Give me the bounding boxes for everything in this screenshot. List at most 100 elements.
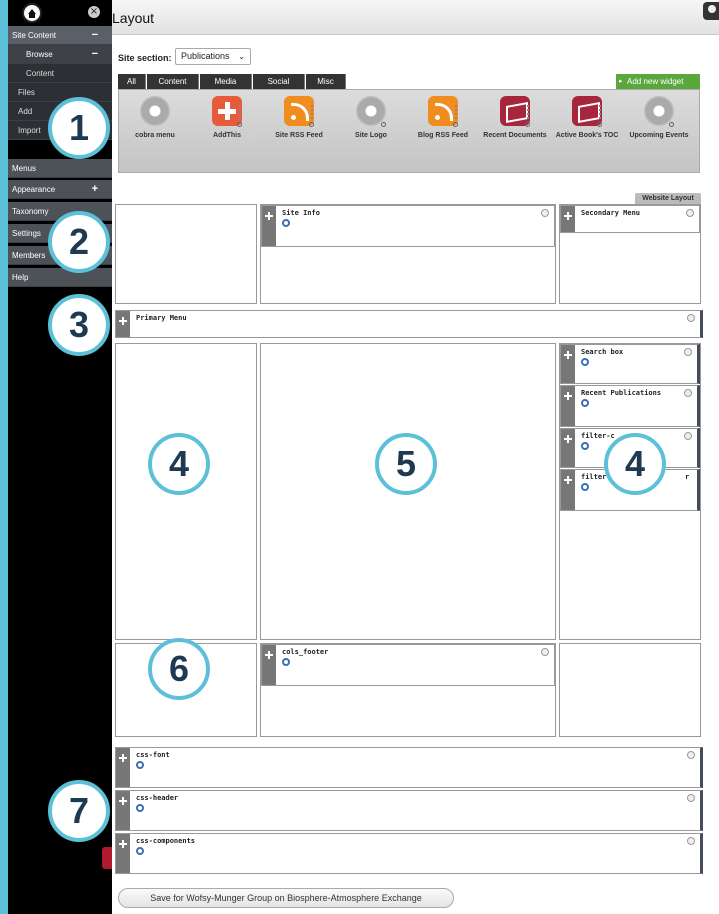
drag-dots-icon — [239, 105, 243, 119]
widget-palette: cobra menu AddThis Site RSS Feed Site Lo… — [118, 89, 700, 173]
close-icon[interactable] — [684, 389, 692, 397]
widget-title: Secondary Menu — [581, 209, 641, 217]
palette-widget-active-books-toc[interactable]: Active Book's TOC — [551, 96, 623, 140]
sidebar-item-browse[interactable]: Browse − — [8, 45, 112, 64]
gear-icon[interactable] — [581, 483, 589, 491]
palette-widget-blog-rss-feed[interactable]: Blog RSS Feed — [407, 96, 479, 140]
close-icon[interactable] — [541, 209, 549, 217]
sidebar-item-label: Files — [18, 88, 35, 97]
sidebar-item-label: Menus — [12, 164, 37, 173]
widget-title: Site Info — [282, 209, 320, 217]
gear-icon[interactable] — [581, 399, 589, 407]
user-icon[interactable] — [703, 2, 719, 20]
widget-title: css-components — [136, 837, 196, 845]
sidebar-item-label: Site Content — [12, 31, 57, 40]
add-new-widget-button[interactable]: Add new widget — [616, 74, 700, 89]
close-icon[interactable] — [684, 432, 692, 440]
tab-all[interactable]: All — [118, 74, 146, 89]
site-section-select[interactable]: Publications ⌄ — [175, 48, 251, 65]
widget-recent-publications[interactable]: Recent Publications — [560, 385, 700, 427]
settings-dot-icon — [237, 122, 242, 127]
sidebar-item-label: Settings — [12, 229, 41, 238]
widget-title: css-header — [136, 794, 179, 802]
collapse-icon[interactable]: − — [92, 45, 98, 64]
collapse-icon[interactable]: − — [92, 26, 98, 45]
gear-icon[interactable] — [282, 658, 290, 666]
widget-title: Primary Menu — [136, 314, 187, 322]
sidebar-item-files[interactable]: Files — [8, 83, 112, 102]
palette-widget-upcoming-events[interactable]: Upcoming Events — [623, 96, 695, 140]
drag-handle-icon[interactable] — [561, 386, 575, 426]
drag-dots-icon — [599, 105, 603, 119]
palette-widget-site-rss-feed[interactable]: Site RSS Feed — [263, 96, 335, 140]
sidebar-item-appearance[interactable]: Appearance + — [8, 180, 112, 199]
sidebar-item-content[interactable]: Content — [8, 64, 112, 83]
drag-handle-icon[interactable] — [561, 470, 575, 510]
settings-dot-icon — [453, 122, 458, 127]
widget-title: Search box — [581, 348, 624, 356]
drag-handle-icon[interactable] — [116, 748, 130, 787]
palette-widget-site-logo[interactable]: Site Logo — [335, 96, 407, 140]
widget-css-header[interactable]: css-header — [115, 790, 703, 831]
chevron-down-icon: ⌄ — [238, 52, 245, 61]
home-icon[interactable] — [22, 3, 42, 23]
drag-handle-icon[interactable] — [262, 206, 276, 246]
settings-dot-icon — [525, 122, 530, 127]
gear-icon[interactable] — [136, 761, 144, 769]
widget-label: AddThis — [213, 132, 241, 139]
drag-handle-icon[interactable] — [561, 345, 575, 383]
widget-title: css-font — [136, 751, 170, 759]
gear-icon[interactable] — [136, 804, 144, 812]
drag-handle-icon[interactable] — [116, 311, 130, 337]
widget-label: Site Logo — [355, 132, 387, 139]
close-icon[interactable] — [687, 794, 695, 802]
gear-icon[interactable] — [581, 442, 589, 450]
callout-number: 4 — [148, 433, 210, 495]
region-header-right: Secondary Menu — [559, 204, 701, 304]
close-icon[interactable] — [541, 648, 549, 656]
callout-number: 3 — [48, 294, 110, 356]
widget-search-box[interactable]: Search box — [560, 344, 700, 384]
drag-handle-icon[interactable] — [262, 645, 276, 685]
close-icon[interactable]: × — [88, 6, 100, 18]
callout-number: 1 — [48, 97, 110, 159]
drag-handle-icon[interactable] — [561, 206, 575, 232]
close-icon[interactable] — [687, 314, 695, 322]
sidebar-item-label: Browse — [26, 50, 53, 59]
tab-misc[interactable]: Misc — [306, 74, 346, 89]
app-frame: × Site Content − Browse − Content Files … — [0, 0, 719, 914]
widget-label: Upcoming Events — [629, 132, 689, 139]
palette-widget-addthis[interactable]: AddThis — [191, 96, 263, 140]
widget-css-font[interactable]: css-font — [115, 747, 703, 788]
gear-icon[interactable] — [136, 847, 144, 855]
widget-secondary-menu[interactable]: Secondary Menu — [560, 205, 700, 233]
close-icon[interactable] — [684, 348, 692, 356]
widget-css-components[interactable]: css-components — [115, 833, 703, 874]
gear-icon[interactable] — [282, 219, 290, 227]
widget-site-info[interactable]: Site Info — [261, 205, 555, 247]
widget-primary-menu[interactable]: Primary Menu — [115, 310, 703, 338]
sidebar-item-help[interactable]: Help — [8, 268, 112, 287]
widget-cols-footer[interactable]: cols_footer — [261, 644, 555, 686]
drag-dots-icon — [455, 105, 459, 119]
close-icon[interactable] — [687, 751, 695, 759]
drag-handle-icon[interactable] — [116, 834, 130, 873]
drag-handle-icon[interactable] — [561, 429, 575, 467]
sidebar-item-menus[interactable]: Menus — [8, 159, 112, 178]
gear-icon[interactable] — [581, 358, 589, 366]
close-icon[interactable] — [686, 209, 694, 217]
callout-number: 5 — [375, 433, 437, 495]
sidebar-item-site-content[interactable]: Site Content − — [8, 26, 112, 45]
palette-widget-recent-documents[interactable]: Recent Documents — [479, 96, 551, 140]
tab-media[interactable]: Media — [200, 74, 252, 89]
tab-content[interactable]: Content — [147, 74, 199, 89]
title-bar: Layout — [112, 0, 719, 35]
palette-widget-cobra-menu[interactable]: cobra menu — [119, 96, 191, 140]
close-icon[interactable] — [687, 837, 695, 845]
expand-icon[interactable]: + — [92, 180, 98, 199]
drag-handle-icon[interactable] — [116, 791, 130, 830]
settings-dot-icon — [309, 122, 314, 127]
save-layout-button[interactable]: Save for Wofsy-Munger Group on Biosphere… — [118, 888, 454, 908]
tab-social[interactable]: Social — [253, 74, 305, 89]
gear-icon — [140, 96, 170, 126]
